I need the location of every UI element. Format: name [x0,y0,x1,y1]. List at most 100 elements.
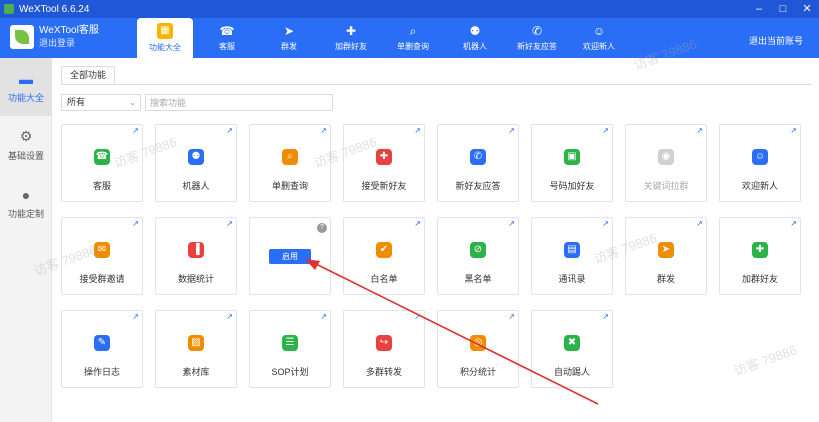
feature-card-label: 新好友应答 [455,181,501,191]
exit-account-link[interactable]: 退出当前账号 [749,34,803,47]
feature-card[interactable]: ↗ ✚ 加群好友 [719,217,801,295]
pin-icon[interactable]: ↗ [226,219,233,228]
feature-card-label: 接受新好友 [361,181,407,191]
sidebar-item-0[interactable]: ▬ 功能大全 [0,58,52,116]
sidebar-item-label: 功能大全 [7,92,44,103]
pin-icon[interactable]: ↗ [602,219,609,228]
feature-card[interactable]: ↗ ✖ 自动踢人 [531,310,613,388]
feature-card[interactable]: ↗ ▣ 号码加好友 [531,124,613,202]
user-block-icon: ⊘ [470,242,486,258]
feature-card[interactable]: ↗ ⌕ 单删查询 [249,124,331,202]
nav-item-label: 机器人 [463,42,487,51]
bar-chart-icon: ▐ [188,242,204,258]
help-icon[interactable]: ? [317,223,327,233]
nav-item-0[interactable]: ▦ 功能大全 [137,18,193,58]
feature-card[interactable]: ↗ ↪ 多群转发 [343,310,425,388]
pin-icon[interactable]: ↗ [508,312,515,321]
minimize-icon[interactable]: – [747,0,771,18]
nav-item-7[interactable]: ☺ 欢迎新人 [568,18,630,58]
enable-button[interactable]: 启用 [269,249,311,264]
pin-icon[interactable]: ↗ [790,219,797,228]
headset-icon: ☎ [94,149,110,165]
feature-card[interactable]: ↗ ◎ 积分统计 [437,310,519,388]
nav-item-label: 欢迎新人 [583,42,615,51]
feature-card-label: 欢迎新人 [741,181,778,191]
close-icon[interactable]: ✕ [795,0,819,18]
feature-card-label: 自动踢人 [553,367,590,377]
nav-item-3[interactable]: ✚ 加群好友 [320,18,382,58]
phone-icon: ✆ [531,24,543,38]
plan-icon: ☰ [282,335,298,351]
maximize-icon[interactable]: □ [771,0,795,18]
feature-card-label: 数据统计 [177,274,214,284]
sidebar-item-label: 基础设置 [7,151,44,161]
category-select[interactable]: 所有 ⌄ [61,94,141,111]
feature-card[interactable]: ↗ ▤ 通讯录 [531,217,613,295]
pin-icon[interactable]: ↗ [226,126,233,135]
pin-icon[interactable]: ↗ [696,126,703,135]
pin-icon[interactable]: ↗ [790,126,797,135]
search-input[interactable] [145,94,333,111]
tab-all-features[interactable]: 全部功能 [61,66,116,84]
nav-item-2[interactable]: ➤ 群发 [258,18,320,58]
feature-card[interactable]: ↗ ➤ 群发 [625,217,707,295]
feature-card[interactable]: ↗ ✆ 新好友应答 [437,124,519,202]
nav-item-6[interactable]: ✆ 新好友应答 [506,18,568,58]
pin-icon[interactable]: ↗ [414,126,421,135]
sidebar-item-1[interactable]: ⚙ 基础设置 [0,116,52,174]
search-user-icon: ⌕ [282,149,298,165]
feature-card[interactable]: ? 启用 [249,217,331,295]
main-content: 全部功能 所有 ⌄ ↗☎客服↗⚉机器人↗⌕单删查询↗✚接受新好友↗✆新好友应答↗… [32,36,819,422]
pin-icon[interactable]: ↗ [414,312,421,321]
feature-card[interactable]: ↗ ⊘ 黑名单 [437,217,519,295]
nav-item-1[interactable]: ☎ 客服 [196,18,258,58]
add-user-icon: ✚ [752,242,768,258]
feature-card[interactable]: ↗ ☎ 客服 [61,124,143,202]
feature-card[interactable]: ↗ ☺ 欢迎新人 [719,124,801,202]
feature-card[interactable]: ↗ ▐ 数据统计 [155,217,237,295]
feature-card[interactable]: ↗ ✚ 接受新好友 [343,124,425,202]
feature-card[interactable]: ↗ ✔ 白名单 [343,217,425,295]
feature-card[interactable]: ↗ ✉ 接受群邀请 [61,217,143,295]
nav-item-4[interactable]: ⌕ 单删查询 [382,18,444,58]
pin-icon[interactable]: ↗ [602,126,609,135]
pin-icon[interactable]: ↗ [696,219,703,228]
feature-card[interactable]: ↗ ▨ 素材库 [155,310,237,388]
feature-card-label: 接受群邀请 [79,274,125,284]
sidebar: ▬ 功能大全 ⚙ 基础设置 ● 功能定制 [0,58,52,422]
app-logo-icon [4,4,14,14]
top-header: WeXTool客服 退出登录 ▦ 功能大全 ☎ 客服 ➤ 群发 ✚ 加群好友 ⌕ 单删查询 ⚉ 机器人… [0,18,819,58]
nav-item-5[interactable]: ⚉ 机器人 [444,18,506,58]
feature-card-label: 加群好友 [741,274,778,284]
feature-card[interactable]: ↗ ◉ 关键词拉群 [625,124,707,202]
user-check-icon: ✔ [376,242,392,258]
pin-icon[interactable]: ↗ [320,312,327,321]
feature-card[interactable]: ↗ ✎ 操作日志 [61,310,143,388]
top-nav: ▦ 功能大全 ☎ 客服 ➤ 群发 ✚ 加群好友 ⌕ 单删查询 ⚉ 机器人 ✆ 新好友应答 ☺ 欢迎新人 [134,18,630,58]
feature-card-label: 多群转发 [365,367,402,377]
edit-icon: ✎ [94,335,110,351]
pin-icon[interactable]: ↗ [320,126,327,135]
window-titlebar: WeXTool 6.6.24 – □ ✕ [0,0,819,18]
brand: WeXTool客服 退出登录 [10,25,99,49]
nav-item-label: 新好友应答 [517,42,557,51]
feature-card[interactable]: ↗ ⚉ 机器人 [155,124,237,202]
pin-icon[interactable]: ↗ [508,126,515,135]
nav-item-label: 群发 [281,42,297,51]
logout-link[interactable]: 退出登录 [39,37,99,49]
pin-icon[interactable]: ↗ [132,126,139,135]
watermark: 访客 79886 [731,342,799,379]
user-icon: ● [21,186,31,203]
pin-icon[interactable]: ↗ [132,312,139,321]
feature-card-label: 机器人 [182,181,210,191]
pin-icon[interactable]: ↗ [602,312,609,321]
sidebar-item-2[interactable]: ● 功能定制 [0,174,52,232]
feature-card-label: 客服 [92,181,111,191]
pin-icon[interactable]: ↗ [132,219,139,228]
pin-icon[interactable]: ↗ [414,219,421,228]
nav-item-label: 功能大全 [149,43,181,52]
gear-icon: ⚙ [19,128,33,144]
feature-card[interactable]: ↗ ☰ SOP计划 [249,310,331,388]
pin-icon[interactable]: ↗ [508,219,515,228]
pin-icon[interactable]: ↗ [226,312,233,321]
